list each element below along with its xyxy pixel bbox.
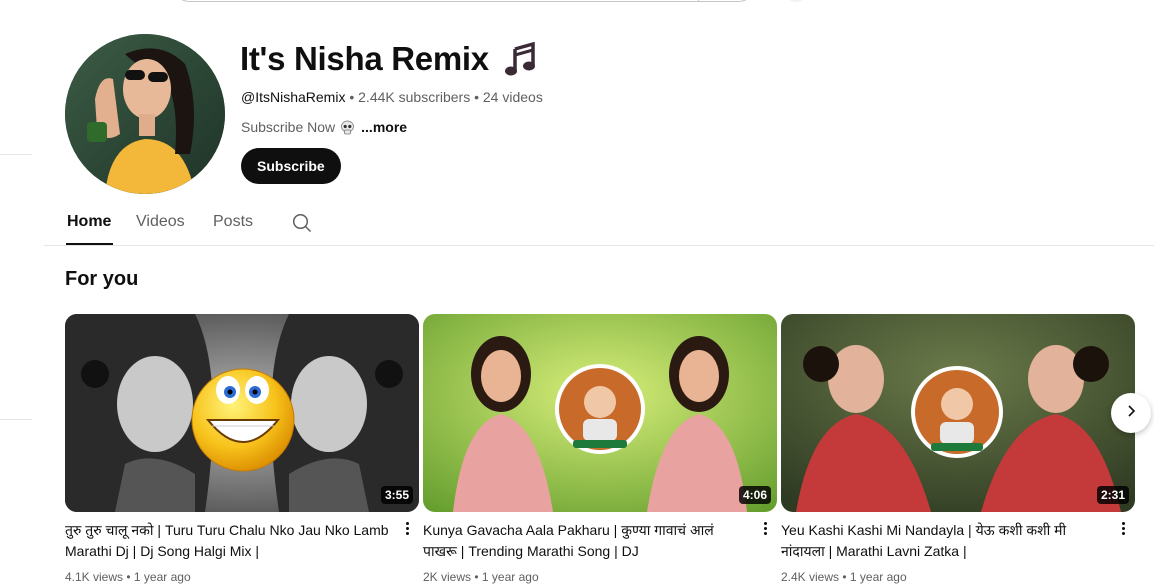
channel-tabs: Home Videos Posts (44, 200, 1154, 246)
more-actions-icon[interactable] (759, 520, 771, 540)
video-title[interactable]: तुरु तुरु चालू नको | Turu Turu Chalu Nko… (65, 520, 390, 562)
video-thumbnail[interactable]: 2:31 (781, 314, 1135, 512)
voice-search-button[interactable] (784, 0, 808, 2)
carousel-next-button[interactable] (1111, 393, 1151, 433)
search-button[interactable] (698, 0, 758, 2)
video-card[interactable]: 2:31 Yeu Kashi Kashi Mi Nandayla | येऊ क… (781, 314, 1135, 584)
video-duration: 3:55 (380, 486, 413, 504)
chevron-right-icon (1124, 404, 1138, 423)
channel-title: It's Nisha Remix (240, 40, 543, 78)
upload-age: 1 year ago (849, 570, 907, 584)
meta-separator: • (126, 570, 134, 584)
search-icon[interactable] (292, 213, 312, 233)
search-bar[interactable] (170, 0, 758, 2)
upload-age: 1 year ago (481, 570, 539, 584)
channel-name-text: It's Nisha Remix (240, 40, 489, 77)
more-actions-icon[interactable] (1117, 520, 1129, 540)
meta-separator: • (474, 89, 483, 105)
view-count: 2K views (423, 570, 472, 584)
section-title: For you (65, 268, 139, 290)
active-tab-indicator (66, 243, 113, 245)
tab-videos[interactable]: Videos (136, 213, 185, 231)
music-notes-icon (503, 41, 543, 77)
view-count: 4.1K views (65, 570, 124, 584)
description-text: Subscribe Now (241, 119, 336, 135)
sidebar-divider (0, 154, 32, 155)
video-title[interactable]: Yeu Kashi Kashi Mi Nandayla | येऊ कशी कश… (781, 520, 1106, 562)
video-count: 24 videos (482, 89, 543, 105)
subscriber-count: 2.44K subscribers (358, 89, 471, 105)
channel-avatar[interactable] (65, 34, 225, 194)
video-card[interactable]: 3:55 तुरु तुरु चालू नको | Turu Turu Chal… (65, 314, 419, 584)
more-link[interactable]: ...more (361, 119, 407, 135)
video-meta: 4.1K views • 1 year ago (65, 570, 191, 584)
video-card[interactable]: 4:06 Kunya Gavacha Aala Pakharu | कुण्या… (423, 314, 777, 584)
video-duration: 2:31 (1096, 486, 1129, 504)
upload-age: 1 year ago (133, 570, 191, 584)
meta-separator: • (474, 570, 482, 584)
channel-meta: @ItsNishaRemix • 2.44K subscribers • 24 … (241, 89, 543, 105)
subscribe-button[interactable]: Subscribe (241, 148, 341, 184)
tab-home[interactable]: Home (67, 213, 111, 231)
sidebar-divider (0, 419, 32, 420)
channel-handle: @ItsNishaRemix (241, 89, 346, 105)
meta-separator: • (349, 89, 359, 105)
video-meta: 2.4K views • 1 year ago (781, 570, 907, 584)
video-title[interactable]: Kunya Gavacha Aala Pakharu | कुण्या गावा… (423, 520, 748, 562)
channel-description[interactable]: Subscribe Now ...more (241, 119, 407, 135)
tab-posts[interactable]: Posts (213, 213, 253, 231)
more-actions-icon[interactable] (401, 520, 413, 540)
skull-icon (340, 120, 355, 135)
video-meta: 2K views • 1 year ago (423, 570, 539, 584)
view-count: 2.4K views (781, 570, 840, 584)
video-thumbnail[interactable]: 4:06 (423, 314, 777, 512)
video-duration: 4:06 (738, 486, 771, 504)
meta-separator: • (842, 570, 850, 584)
video-thumbnail[interactable]: 3:55 (65, 314, 419, 512)
